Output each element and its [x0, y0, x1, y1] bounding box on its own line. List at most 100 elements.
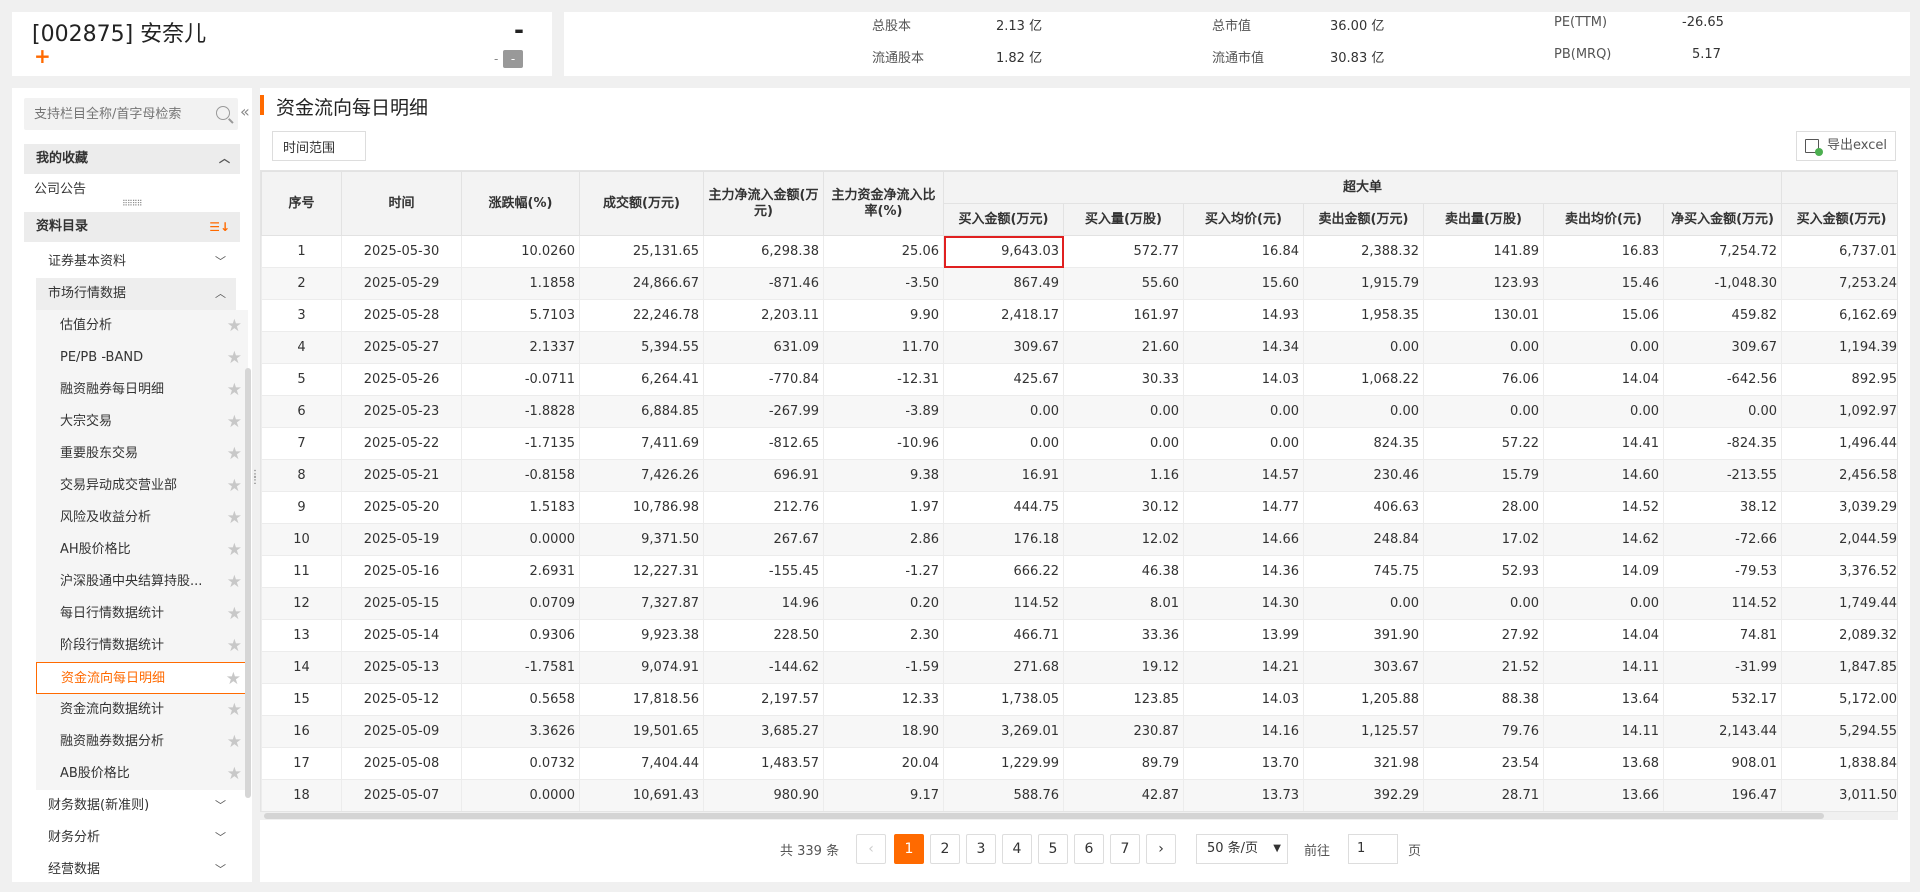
table-row[interactable]: 9 2025-05-20 1.5183 10,786.98 212.76 1.97 444.…: [261, 491, 1897, 524]
col-header[interactable]: 涨跌幅(%): [461, 171, 580, 236]
sidebar-item-basic[interactable]: 证券基本资料 ﹀: [36, 246, 236, 278]
sub-col-header[interactable]: 买入均价(元): [1183, 203, 1304, 236]
catalog-header[interactable]: 资料目录 ☰↓: [24, 212, 240, 242]
sort-icon[interactable]: ☰↓: [209, 212, 230, 242]
sidebar-item-operation[interactable]: 经营数据 ﹀: [36, 854, 236, 882]
sidebar-item-daily-stats[interactable]: 每日行情数据统计 ★: [36, 598, 248, 630]
page-button[interactable]: 7: [1110, 834, 1140, 864]
table-row[interactable]: 15 2025-05-12 0.5658 17,818.56 2,197.57 12.33…: [261, 683, 1897, 716]
star-icon[interactable]: ★: [227, 374, 242, 406]
star-icon[interactable]: ★: [227, 310, 242, 342]
star-icon[interactable]: ★: [227, 598, 242, 630]
table-cell: 57.22: [1423, 427, 1544, 460]
table-row[interactable]: 11 2025-05-16 2.6931 12,227.31 -155.45 -1.27 6…: [261, 555, 1897, 588]
star-icon[interactable]: ★: [227, 566, 242, 598]
col-header[interactable]: 主力资金净流入比率(%): [823, 171, 944, 236]
table-row[interactable]: 3 2025-05-28 5.7103 22,246.78 2,203.11 9.90 2,…: [261, 299, 1897, 332]
sidebar-scrollbar[interactable]: [245, 368, 251, 798]
sidebar-item-valuation[interactable]: 估值分析 ★: [36, 310, 248, 342]
sub-col-header[interactable]: 买入金额(万元): [1781, 203, 1897, 236]
sub-col-header[interactable]: 卖出均价(元): [1543, 203, 1664, 236]
sidebar-item-fund-flow-stats[interactable]: 资金流向数据统计 ★: [36, 694, 248, 726]
sidebar-item-ab-ratio[interactable]: AB股价格比 ★: [36, 758, 248, 790]
sidebar-item-period-stats[interactable]: 阶段行情数据统计 ★: [36, 630, 248, 662]
table-row[interactable]: 17 2025-05-08 0.0732 7,404.44 1,483.57 20.04 1…: [261, 747, 1897, 780]
page-button[interactable]: 1: [894, 834, 924, 864]
sub-col-header[interactable]: 买入量(万股): [1063, 203, 1184, 236]
table-row[interactable]: 4 2025-05-27 2.1337 5,394.55 631.09 11.70 309.…: [261, 331, 1897, 364]
horizontal-scrollbar[interactable]: [260, 812, 1898, 820]
page-button[interactable]: 4: [1002, 834, 1032, 864]
table-row[interactable]: 13 2025-05-14 0.9306 9,923.38 228.50 2.30 466.…: [261, 619, 1897, 652]
search-icon[interactable]: [216, 106, 230, 120]
table-row[interactable]: 12 2025-05-15 0.0709 7,327.87 14.96 0.20 114.5…: [261, 587, 1897, 620]
sidebar-item-pepb-band[interactable]: PE/PB -BAND ★: [36, 342, 248, 374]
table-row[interactable]: 8 2025-05-21 -0.8158 7,426.26 696.91 9.38 16.9…: [261, 459, 1897, 492]
sub-col-header[interactable]: 卖出量(万股): [1423, 203, 1544, 236]
table-row[interactable]: 6 2025-05-23 -1.8828 6,884.85 -267.99 -3.89 0.…: [261, 395, 1897, 428]
star-icon[interactable]: ★: [227, 438, 242, 470]
table-cell: 9,371.50: [579, 523, 704, 556]
star-icon[interactable]: ★: [227, 758, 242, 790]
table-row[interactable]: 5 2025-05-26 -0.0711 6,264.41 -770.84 -12.31 4…: [261, 363, 1897, 396]
table-cell: -1,048.30: [1662, 267, 1783, 300]
favorites-header[interactable]: 我的收藏 ︿: [24, 144, 240, 174]
table-cell: 9.17: [823, 779, 944, 811]
page-button[interactable]: 3: [966, 834, 996, 864]
sidebar-item-margin-analysis[interactable]: 融资融券数据分析 ★: [36, 726, 248, 758]
sub-col-header[interactable]: 卖出金额(万元): [1303, 203, 1424, 236]
sub-col-header[interactable]: 买入金额(万元): [943, 203, 1064, 236]
collapse-sidebar-icon[interactable]: «: [240, 102, 250, 121]
search-input[interactable]: [24, 98, 204, 130]
page-button[interactable]: 5: [1038, 834, 1068, 864]
sidebar-item-block-trade[interactable]: 大宗交易 ★: [36, 406, 248, 438]
page-size-select[interactable]: 50 条/页 ▼: [1196, 834, 1288, 864]
col-header[interactable]: 成交额(万元): [579, 171, 704, 236]
scrollbar-thumb[interactable]: [264, 813, 1824, 819]
next-page-button[interactable]: ›: [1146, 834, 1176, 864]
sidebar-item-fund-flow-daily[interactable]: 资金流向每日明细 ★: [36, 662, 248, 694]
table-row[interactable]: 2 2025-05-29 1.1858 24,866.67 -871.46 -3.50 86…: [261, 267, 1897, 300]
table-row[interactable]: 18 2025-05-07 0.0000 10,691.43 980.90 9.17 588…: [261, 779, 1897, 811]
star-icon[interactable]: ★: [227, 470, 242, 502]
star-icon[interactable]: ★: [227, 342, 242, 374]
sub-col-header[interactable]: 净买入金额(万元): [1662, 203, 1783, 236]
goto-page-input[interactable]: 1: [1348, 834, 1398, 864]
star-icon[interactable]: ★: [227, 726, 242, 758]
table-row[interactable]: 16 2025-05-09 3.3626 19,501.65 3,685.27 18.90…: [261, 715, 1897, 748]
time-range-button[interactable]: 时间范围: [272, 131, 366, 161]
sidebar-item-ah-ratio[interactable]: AH股价格比 ★: [36, 534, 248, 566]
table-cell: 248.84: [1303, 523, 1424, 556]
sidebar-item-holder-trade[interactable]: 重要股东交易 ★: [36, 438, 248, 470]
table-row[interactable]: 14 2025-05-13 -1.7581 9,074.91 -144.62 -1.59 2…: [261, 651, 1897, 684]
stock-header: [002875] 安奈儿 + - - -: [12, 12, 552, 76]
sidebar-item-connect-holdings[interactable]: 沪深股通中央结算持股... ★: [36, 566, 248, 598]
star-icon[interactable]: ★: [227, 630, 242, 662]
sidebar-item-risk-return[interactable]: 风险及收益分析 ★: [36, 502, 248, 534]
page-button[interactable]: 6: [1074, 834, 1104, 864]
star-icon[interactable]: ★: [226, 663, 241, 695]
sidebar-item-abnormal-trade[interactable]: 交易异动成交营业部 ★: [36, 470, 248, 502]
star-icon[interactable]: ★: [227, 694, 242, 726]
sidebar-item-margin-daily[interactable]: 融资融券每日明细 ★: [36, 374, 248, 406]
sidebar-item-market[interactable]: 市场行情数据 ︿: [36, 278, 236, 310]
page-button[interactable]: 2: [930, 834, 960, 864]
col-header[interactable]: 序号: [261, 171, 342, 236]
table-row[interactable]: 1 2025-05-30 10.0260 25,131.65 6,298.38 25.06…: [261, 235, 1897, 268]
table-cell: 6,298.38: [703, 235, 824, 268]
sidebar-item-finance-analysis[interactable]: 财务分析 ﹀: [36, 822, 236, 854]
prev-page-button[interactable]: ‹: [856, 834, 886, 864]
table-cell: 2025-05-14: [341, 619, 462, 652]
col-header[interactable]: 时间: [341, 171, 462, 236]
export-excel-button[interactable]: 导出excel: [1796, 131, 1896, 161]
table-row[interactable]: 10 2025-05-19 0.0000 9,371.50 267.67 2.86 176.…: [261, 523, 1897, 556]
add-favorite-icon[interactable]: +: [34, 46, 51, 66]
star-icon[interactable]: ★: [227, 502, 242, 534]
table-row[interactable]: 7 2025-05-22 -1.7135 7,411.69 -812.65 -10.96 0…: [261, 427, 1897, 460]
col-header[interactable]: 主力净流入金额(万元): [703, 171, 824, 236]
star-icon[interactable]: ★: [227, 406, 242, 438]
drag-dots-icon[interactable]: ⠿⠿⠿⠿: [122, 200, 142, 208]
star-icon[interactable]: ★: [227, 534, 242, 566]
resize-handle-icon[interactable]: ⋮ ⋮: [250, 470, 260, 492]
sidebar-item-finance-new[interactable]: 财务数据(新准则) ﹀: [36, 790, 236, 822]
